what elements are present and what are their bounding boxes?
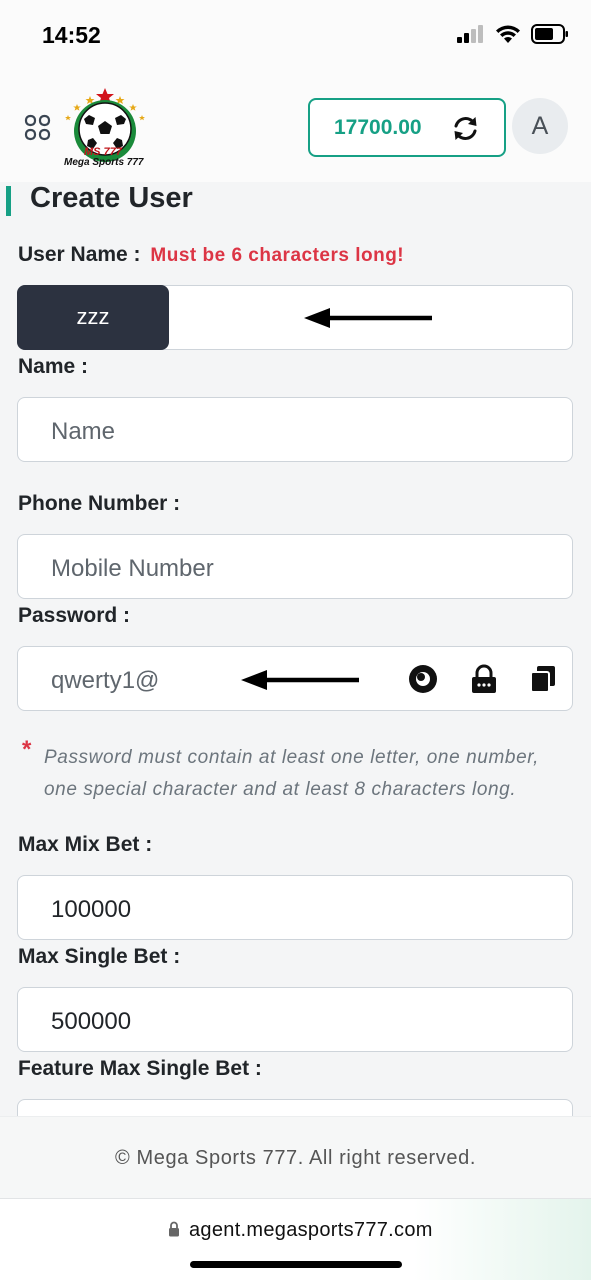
logo-subtext: Mega Sports 777	[64, 157, 144, 168]
password-hint-line-1: Password must contain at least one lette…	[44, 747, 539, 768]
name-input[interactable]: Name	[17, 397, 573, 462]
required-star: *	[22, 736, 32, 763]
username-prefix: zzz	[17, 285, 169, 350]
menu-grid-icon[interactable]	[24, 114, 52, 142]
password-hint-text: Password must contain at least one lette…	[44, 742, 539, 806]
app-header: MS 777 Mega Sports 777 17700.00 A	[0, 70, 591, 182]
url-text[interactable]: agent.megasports777.com	[189, 1219, 433, 1242]
balance-box: 17700.00	[308, 98, 506, 157]
status-bar: 14:52	[0, 0, 591, 70]
battery-icon	[531, 24, 568, 44]
name-label: Name :	[18, 355, 89, 378]
feature-max-single-bet-label: Feature Max Single Bet :	[18, 1057, 262, 1080]
copyright-text: © Mega Sports 777. All right reserved.	[114, 1147, 477, 1169]
phone-label: Phone Number :	[18, 492, 181, 515]
username-field[interactable]: zzz	[17, 285, 573, 350]
password-label: Password :	[18, 604, 131, 627]
copy-icon[interactable]	[528, 664, 558, 694]
password-hint-line-2: one special character and at least 8 cha…	[44, 779, 517, 800]
eye-icon[interactable]	[408, 664, 438, 694]
lock-icon	[169, 1221, 179, 1237]
feature-max-single-bet-input[interactable]	[17, 1099, 573, 1116]
max-mix-bet-value: 100000	[51, 896, 132, 923]
phone-input[interactable]: Mobile Number	[17, 534, 573, 599]
username-label: User Name : Must be 6 characters long!	[18, 243, 404, 267]
username-warning: Must be 6 characters long!	[150, 245, 405, 266]
footer: © Mega Sports 777. All right reserved.	[0, 1116, 591, 1198]
cellular-signal-icon	[457, 25, 483, 43]
max-single-bet-label: Max Single Bet :	[18, 945, 181, 968]
title-accent-bar	[6, 186, 11, 216]
max-single-bet-value: 500000	[51, 1008, 132, 1035]
phone-placeholder: Mobile Number	[51, 555, 214, 582]
username-label-text: User Name :	[18, 243, 141, 266]
wifi-icon	[496, 25, 520, 43]
balance-value: 17700.00	[334, 116, 422, 139]
max-mix-bet-label: Max Mix Bet :	[18, 833, 153, 856]
status-icons	[457, 24, 569, 44]
max-mix-bet-input[interactable]: 100000	[17, 875, 573, 940]
status-time: 14:52	[42, 22, 101, 48]
page-title: Create User	[30, 182, 193, 214]
arrow-left-icon	[304, 308, 432, 328]
max-single-bet-input[interactable]: 500000	[17, 987, 573, 1052]
password-input[interactable]: qwerty1@	[17, 646, 573, 711]
home-indicator	[190, 1261, 402, 1268]
name-placeholder: Name	[51, 418, 116, 445]
refresh-icon[interactable]	[451, 114, 480, 143]
password-value: qwerty1@	[51, 667, 160, 694]
lock-icon[interactable]	[469, 664, 499, 694]
browser-address-bar[interactable]: agent.megasports777.com	[0, 1198, 591, 1280]
arrow-left-icon	[241, 670, 359, 690]
avatar[interactable]: A	[512, 98, 568, 154]
create-user-form: Create User User Name : Must be 6 charac…	[0, 182, 591, 1116]
